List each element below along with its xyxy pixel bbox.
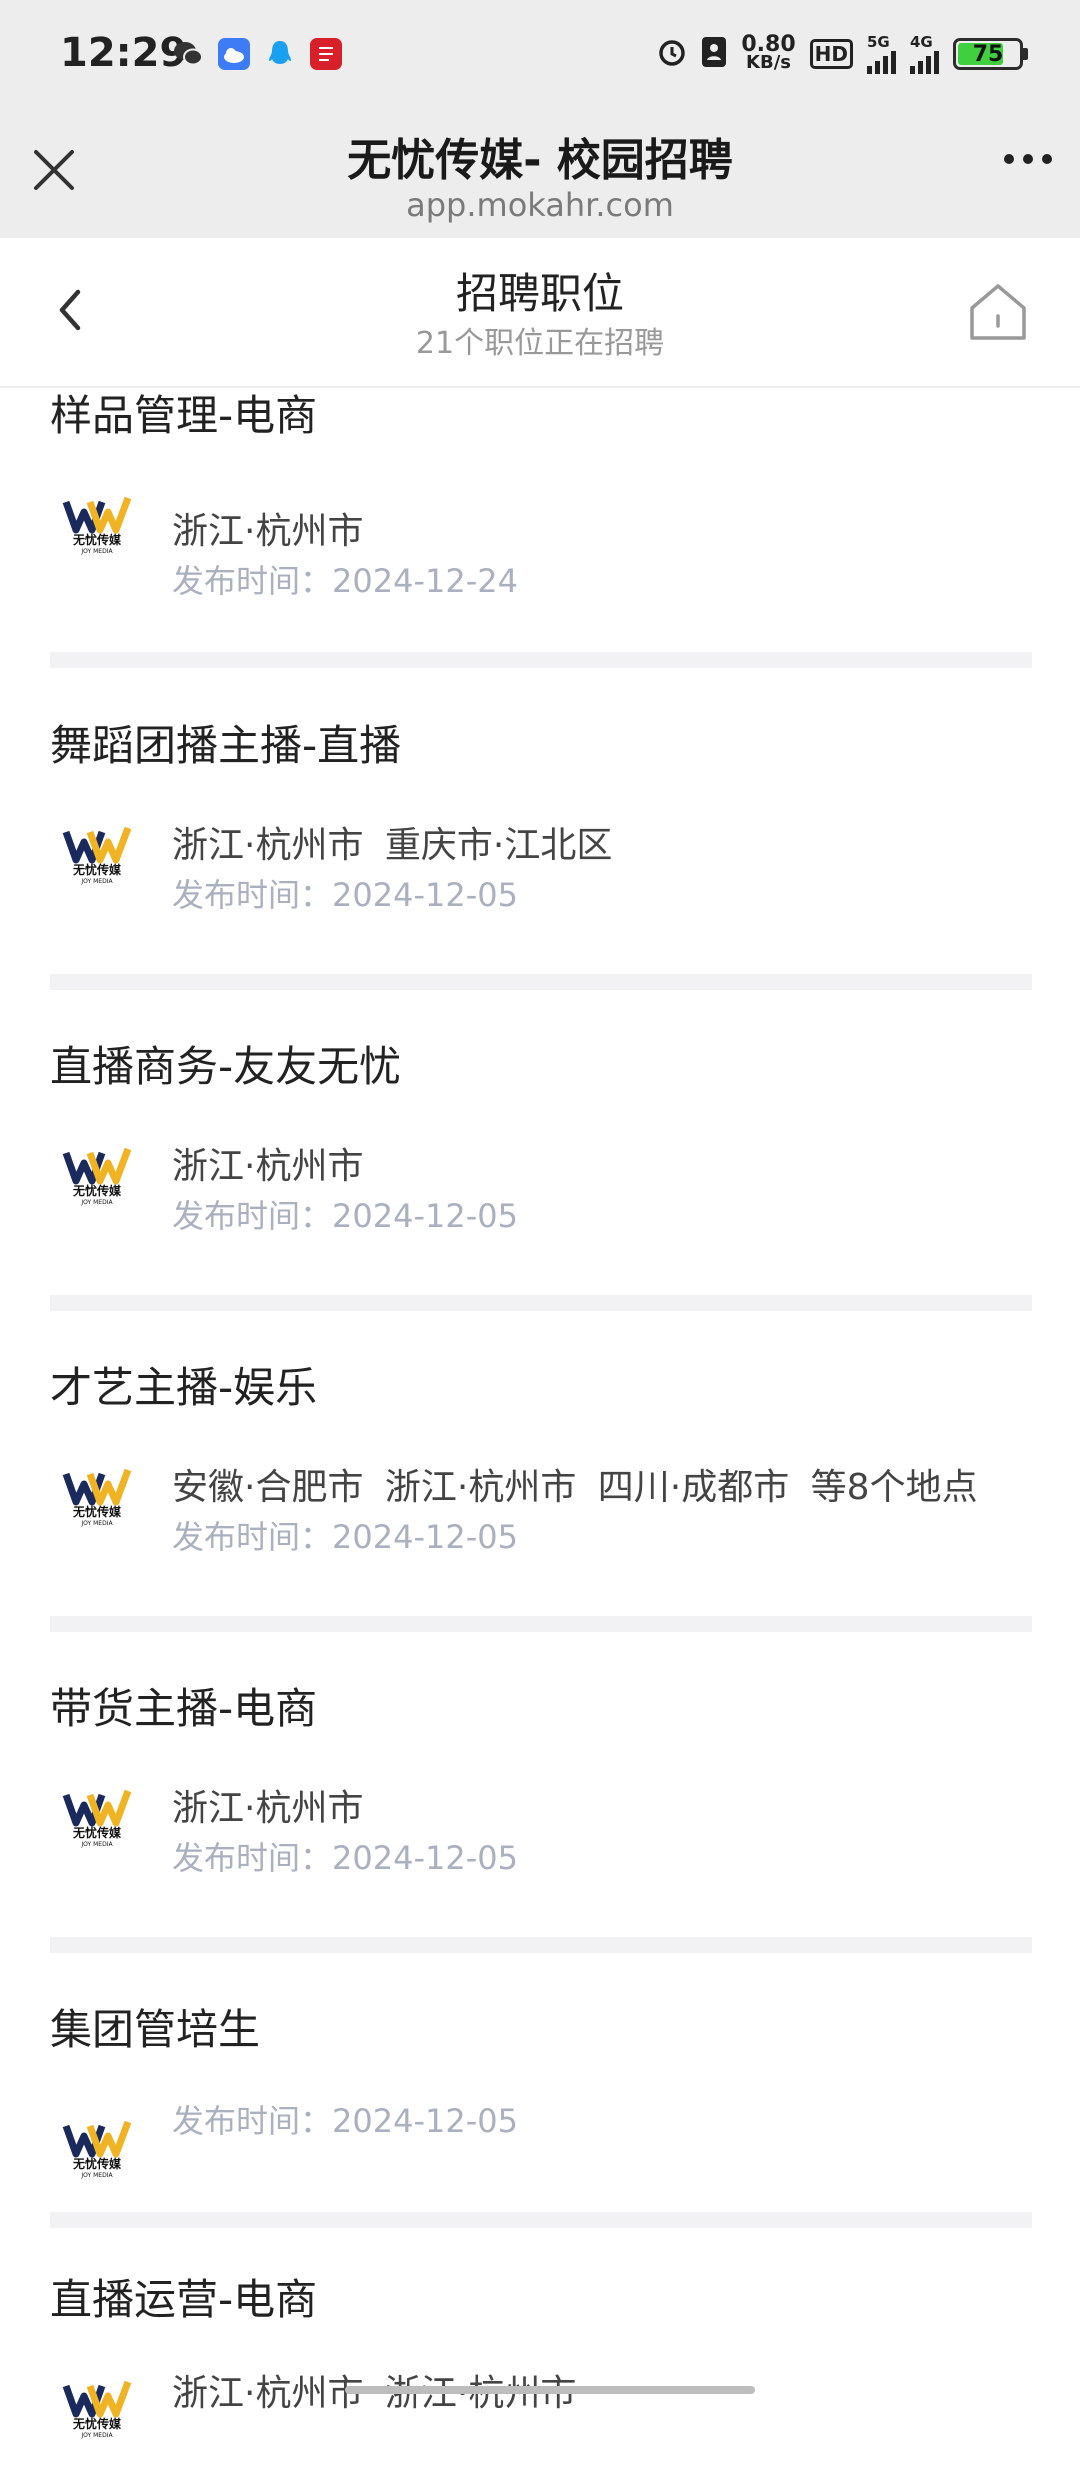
- job-publish-date: 发布时间：2024-12-05: [172, 876, 518, 914]
- job-location: 安徽·合肥市 浙江·杭州市 四川·成都市 等8个地点: [172, 1467, 978, 1508]
- company-logo-icon: 无忧传媒 JOY MEDIA: [60, 812, 134, 886]
- home-indicator[interactable]: [345, 2386, 755, 2394]
- logo-brand-text: 无忧传媒: [72, 2156, 122, 2171]
- browser-title: 无忧传媒- 校园招聘: [347, 135, 733, 186]
- logo-brand-text: 无忧传媒: [72, 2416, 122, 2431]
- job-title[interactable]: 直播商务-友友无忧: [50, 1033, 401, 1094]
- job-card[interactable]: 带货主播-电商 无忧传媒 JOY MEDIA 浙江·杭州市发布时间：2024-1…: [50, 1675, 1032, 1935]
- card-divider: [50, 652, 1032, 668]
- home-icon[interactable]: [966, 280, 1030, 344]
- company-logo-icon: 无忧传媒 JOY MEDIA: [60, 1133, 134, 1207]
- job-publish-date: 发布时间：2024-12-24: [172, 562, 518, 600]
- job-title[interactable]: 直播运营-电商: [50, 2266, 317, 2327]
- company-logo-icon: 无忧传媒 JOY MEDIA: [60, 482, 134, 556]
- job-location: 浙江·杭州市 重庆市·江北区: [172, 825, 613, 866]
- page-subtitle: 21个职位正在招聘: [415, 326, 665, 361]
- contact-card-icon: [701, 36, 727, 72]
- job-card[interactable]: 直播商务-友友无忧 无忧传媒 JOY MEDIA 浙江·杭州市发布时间：2024…: [50, 1033, 1032, 1293]
- company-logo-icon: 无忧传媒 JOY MEDIA: [60, 1775, 134, 1849]
- logo-brand-text: 无忧传媒: [72, 1504, 122, 1519]
- company-logo-icon: 无忧传媒 JOY MEDIA: [60, 2366, 134, 2440]
- job-title[interactable]: 样品管理-电商: [50, 382, 317, 443]
- job-card[interactable]: 才艺主播-娱乐 无忧传媒 JOY MEDIA 安徽·合肥市 浙江·杭州市 四川·…: [50, 1354, 1032, 1614]
- logo-sub-text: JOY MEDIA: [80, 2432, 113, 2439]
- job-location: 浙江·杭州市: [172, 1788, 364, 1829]
- status-bar: 12:29 0.80 KB/s HD 5G 4G 75: [0, 0, 1080, 112]
- logo-brand-text: 无忧传媒: [72, 862, 122, 877]
- card-divider: [50, 1295, 1032, 1311]
- job-location: 浙江·杭州市: [172, 1146, 364, 1187]
- logo-sub-text: JOY MEDIA: [80, 1199, 113, 1206]
- card-divider: [50, 1616, 1032, 1632]
- job-title[interactable]: 集团管培生: [50, 1996, 260, 2057]
- page-title: 招聘职位: [455, 269, 624, 318]
- company-logo-icon: 无忧传媒 JOY MEDIA: [60, 2106, 134, 2180]
- job-title[interactable]: 才艺主播-娱乐: [50, 1354, 317, 1415]
- card-divider: [50, 1937, 1032, 1953]
- qq-icon: [264, 38, 296, 70]
- signal-4g-icon: 4G: [910, 34, 939, 74]
- job-card[interactable]: 集团管培生 无忧传媒 JOY MEDIA 发布时间：2024-12-05: [50, 1996, 1032, 2196]
- logo-brand-text: 无忧传媒: [72, 532, 122, 547]
- page-header: 招聘职位 21个职位正在招聘: [0, 238, 1080, 388]
- status-time: 12:29: [60, 30, 188, 76]
- job-card[interactable]: 直播运营-电商 无忧传媒 JOY MEDIA 浙江·杭州市 浙江·杭州市: [50, 2266, 1032, 2466]
- job-location: 浙江·杭州市: [172, 511, 364, 552]
- card-divider: [50, 2212, 1032, 2228]
- status-indicators: 0.80 KB/s HD 5G 4G 75: [657, 34, 1028, 74]
- logo-sub-text: JOY MEDIA: [80, 1520, 113, 1527]
- browser-url: app.mokahr.com: [406, 186, 674, 224]
- signal-5g-icon: 5G: [867, 34, 896, 74]
- logo-brand-text: 无忧传媒: [72, 1825, 122, 1840]
- job-card[interactable]: 舞蹈团播主播-直播 无忧传媒 JOY MEDIA 浙江·杭州市 重庆市·江北区发…: [50, 712, 1032, 972]
- job-title[interactable]: 带货主播-电商: [50, 1675, 317, 1736]
- job-title[interactable]: 舞蹈团播主播-直播: [50, 712, 401, 773]
- network-speed: 0.80 KB/s: [741, 32, 796, 73]
- news-app-icon: [310, 38, 342, 70]
- battery-icon: 75: [953, 38, 1028, 70]
- logo-sub-text: JOY MEDIA: [80, 2172, 113, 2179]
- job-publish-date: 发布时间：2024-12-05: [172, 1518, 518, 1556]
- job-publish-date: 发布时间：2024-12-05: [172, 1839, 518, 1877]
- hd-voice-icon: HD: [809, 39, 853, 69]
- job-publish-date: 发布时间：2024-12-05: [172, 2102, 518, 2140]
- card-divider: [50, 974, 1032, 990]
- wechat-icon: [172, 38, 204, 70]
- company-logo-icon: 无忧传媒 JOY MEDIA: [60, 1454, 134, 1528]
- more-options-icon[interactable]: [1004, 154, 1052, 164]
- browser-title-bar: 无忧传媒- 校园招聘 app.mokahr.com: [0, 112, 1080, 238]
- logo-sub-text: JOY MEDIA: [80, 1841, 113, 1848]
- notification-icons: [172, 38, 342, 70]
- weather-icon: [218, 38, 250, 70]
- alarm-icon: [657, 37, 687, 71]
- logo-sub-text: JOY MEDIA: [80, 548, 113, 555]
- job-publish-date: 发布时间：2024-12-05: [172, 1197, 518, 1235]
- job-card[interactable]: 样品管理-电商 无忧传媒 JOY MEDIA 浙江·杭州市 发布时间：2024-1…: [50, 390, 1032, 650]
- logo-sub-text: JOY MEDIA: [80, 878, 113, 885]
- logo-brand-text: 无忧传媒: [72, 1183, 122, 1198]
